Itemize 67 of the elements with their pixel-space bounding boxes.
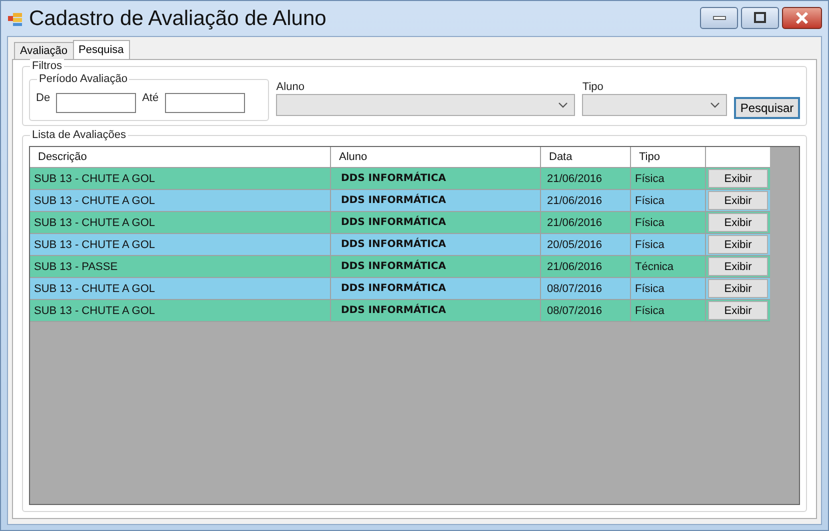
table-cell: Física	[631, 278, 706, 299]
chevron-icon	[558, 102, 568, 108]
table-cell: 21/06/2016	[541, 212, 631, 233]
table-row[interactable]: SUB 13 - CHUTE A GOL DDS INFORMÁTICA 20/05/2016 Física Exibir	[30, 234, 770, 256]
minimize-icon	[712, 16, 726, 20]
column-header[interactable]: Data	[541, 147, 631, 167]
table-cell: Física	[631, 300, 706, 321]
field-label: De	[36, 92, 50, 104]
view-button[interactable]: Exibir	[708, 213, 768, 232]
table-cell: 08/07/2016	[541, 278, 631, 299]
chevron-icon	[710, 102, 720, 108]
table-row[interactable]: SUB 13 - PASSE DDS INFORMÁTICA 21/06/2016 Técnica Exibir	[30, 256, 770, 278]
table-cell: DDS INFORMÁTICA	[331, 234, 541, 255]
group-label: Período Avaliação	[37, 72, 130, 86]
table-cell: DDS INFORMÁTICA	[331, 300, 541, 321]
minimize-button[interactable]	[700, 7, 738, 29]
table-cell: DDS INFORMÁTICA	[331, 256, 541, 277]
date-field[interactable]	[56, 93, 136, 113]
close-button[interactable]	[782, 7, 822, 29]
table-row[interactable]: SUB 13 - CHUTE A GOL DDS INFORMÁTICA 21/06/2016 Física Exibir	[30, 212, 770, 234]
view-button[interactable]: Exibir	[708, 191, 768, 210]
table-cell: Física	[631, 168, 706, 189]
app-icon	[7, 10, 23, 26]
table-cell: SUB 13 - CHUTE A GOL	[30, 212, 331, 233]
view-button[interactable]: Exibir	[708, 301, 768, 320]
view-button[interactable]: Exibir	[708, 257, 768, 276]
tab[interactable]: Avaliação	[14, 42, 74, 59]
window-title: Cadastro de Avaliação de Aluno	[29, 6, 326, 30]
group-label: Lista de Avaliações	[30, 128, 128, 142]
field-label: Aluno	[276, 81, 306, 93]
table-cell: Física	[631, 234, 706, 255]
view-button[interactable]: Exibir	[708, 169, 768, 188]
table-cell: Técnica	[631, 256, 706, 277]
table-cell: DDS INFORMÁTICA	[331, 190, 541, 211]
column-header[interactable]: Tipo	[631, 147, 706, 167]
field-label: Tipo	[582, 81, 604, 93]
table-cell: SUB 13 - CHUTE A GOL	[30, 190, 331, 211]
close-icon	[794, 11, 810, 25]
date-field[interactable]	[164, 93, 245, 113]
table-row[interactable]: SUB 13 - CHUTE A GOL DDS INFORMÁTICA 21/06/2016 Física Exibir	[30, 190, 770, 212]
table-cell: 21/06/2016	[541, 168, 631, 189]
table-cell: SUB 13 - CHUTE A GOL	[30, 300, 331, 321]
table-row[interactable]: SUB 13 - CHUTE A GOL DDS INFORMÁTICA 21/06/2016 Física Exibir	[30, 168, 770, 190]
maximize-button[interactable]	[741, 7, 779, 29]
table-cell: Física	[631, 212, 706, 233]
field-label: Até	[142, 92, 159, 104]
table-cell: SUB 13 - CHUTE A GOL	[30, 278, 331, 299]
table-cell: 21/06/2016	[541, 190, 631, 211]
view-button[interactable]: Exibir	[708, 235, 768, 254]
table-cell: SUB 13 - CHUTE A GOL	[30, 234, 331, 255]
view-button[interactable]: Exibir	[708, 279, 768, 298]
table-row[interactable]: SUB 13 - CHUTE A GOL DDS INFORMÁTICA 08/07/2016 Física Exibir	[30, 278, 770, 300]
search-button[interactable]: Pesquisar	[734, 97, 800, 119]
maximize-icon	[752, 11, 768, 25]
table-cell: Física	[631, 190, 706, 211]
table-cell: 21/06/2016	[541, 256, 631, 277]
column-header[interactable]: Descrição	[30, 147, 331, 167]
table-cell: DDS INFORMÁTICA	[331, 212, 541, 233]
table-cell: 08/07/2016	[541, 300, 631, 321]
table-cell: SUB 13 - CHUTE A GOL	[30, 168, 331, 189]
table-row[interactable]: SUB 13 - CHUTE A GOL DDS INFORMÁTICA 08/07/2016 Física Exibir	[30, 300, 770, 322]
table-cell: 20/05/2016	[541, 234, 631, 255]
column-header[interactable]: Aluno	[331, 147, 541, 167]
table-cell: SUB 13 - PASSE	[30, 256, 331, 277]
table-cell: DDS INFORMÁTICA	[331, 278, 541, 299]
table-cell: DDS INFORMÁTICA	[331, 168, 541, 189]
tab[interactable]: Pesquisa	[72, 40, 130, 59]
